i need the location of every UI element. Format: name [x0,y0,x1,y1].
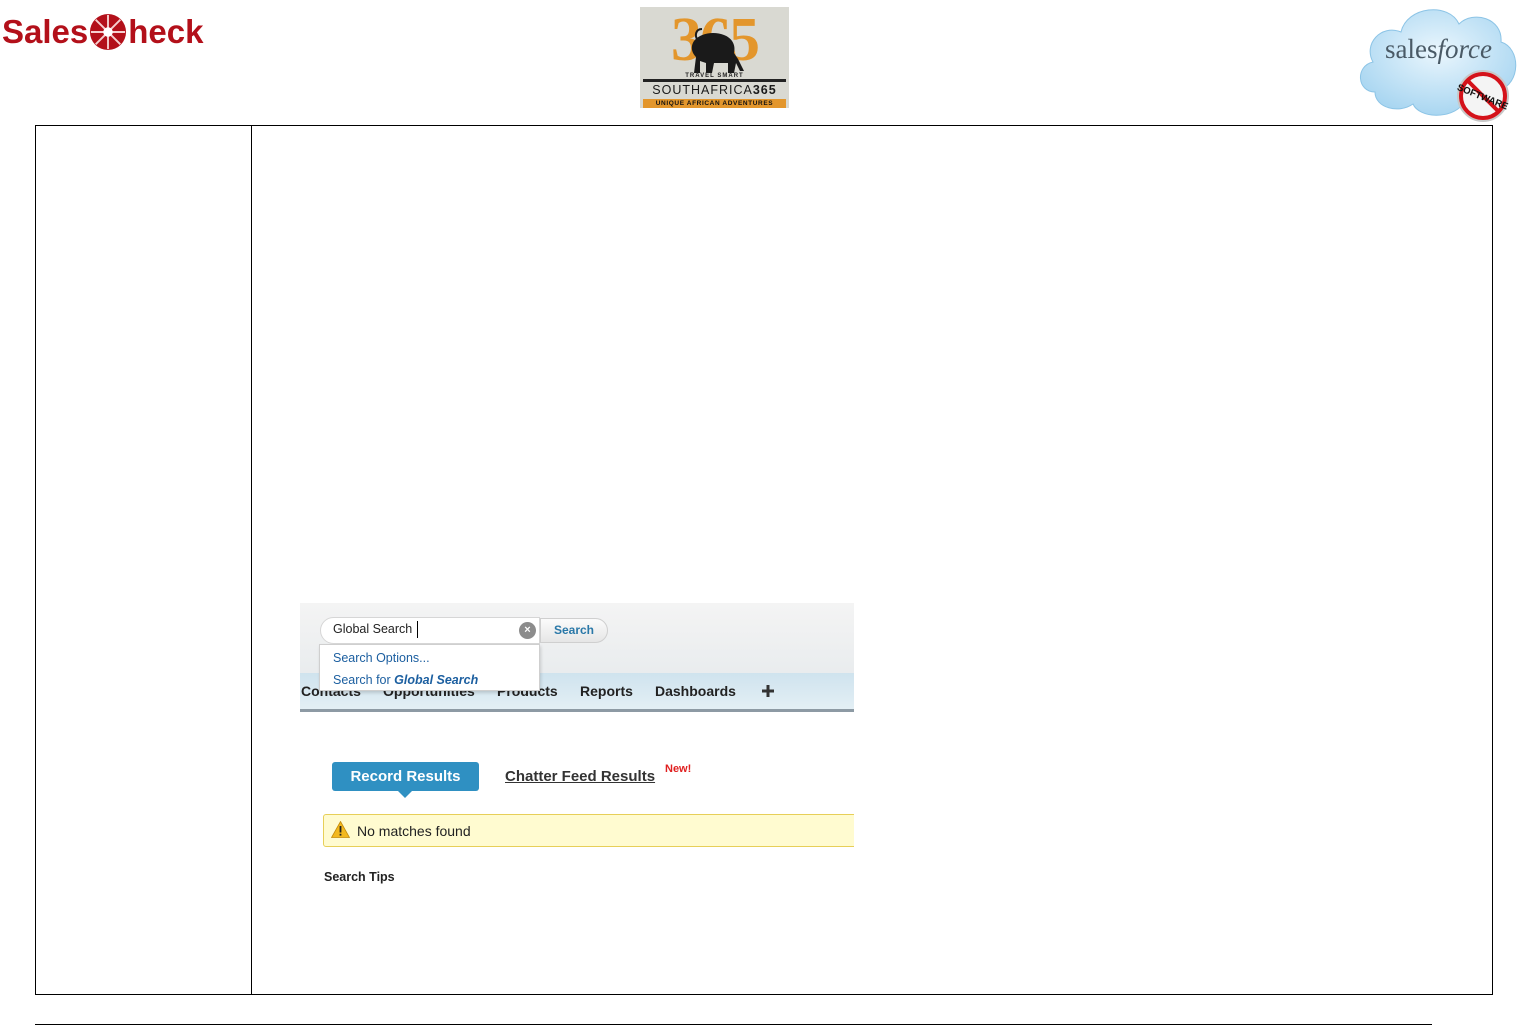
active-tab-pointer [398,791,412,798]
tab-chatter-feed-results[interactable]: Chatter Feed Results [505,768,655,785]
sa365-name-left: SOUTHAFRICA [652,83,753,97]
table-column-divider [251,126,252,994]
text-cursor [417,621,418,638]
clear-search-icon[interactable]: × [519,622,536,639]
sa365-name-right: 365 [752,83,777,97]
sa365-tagline-bottom: UNIQUE AFRICAN ADVENTURES [643,99,786,108]
sa365-name: SOUTHAFRICA365 [640,82,789,98]
no-software-icon: SOFTWARE [1455,70,1509,122]
search-input-value: Global Search [333,622,413,636]
salescheck-logo-text-left: Sales [2,13,89,50]
elephant-icon [691,28,744,73]
southafrica365-logo: 365 TRAVEL SMART SOUTHAFRICA365 UNIQUE A… [640,7,789,108]
search-for-term: Global Search [394,673,479,687]
new-badge: New! [665,763,692,775]
nav-tab-reports[interactable]: Reports [580,683,633,699]
search-for-link[interactable]: Search for Global Search [333,673,478,687]
salesforce-wordmark-right: force [1437,34,1492,64]
search-for-prefix: Search for [333,673,391,687]
footer-rule [35,1024,1432,1025]
plus-icon[interactable] [762,685,774,697]
search-options-link[interactable]: Search Options... [333,651,430,665]
salescheck-ball-icon [90,13,127,51]
salescheck-logo-text-right: heck [128,13,204,50]
salesforce-logo: salesforce SOFTWARE [1355,0,1518,126]
salesforce-wordmark-left: sales [1385,34,1438,64]
search-button[interactable]: Search [540,618,608,643]
search-tips-heading: Search Tips [324,870,395,884]
alert-message: No matches found [357,823,471,839]
salesforce-search-screenshot: Contacts Opportunities Products Reports … [300,603,854,899]
salescheck-logo: Sales heck [2,6,262,58]
salesforce-wordmark: salesforce [1385,34,1492,65]
tab-record-results[interactable]: Record Results [332,762,479,791]
nav-tab-dashboards[interactable]: Dashboards [655,683,736,699]
warning-icon [331,821,350,838]
